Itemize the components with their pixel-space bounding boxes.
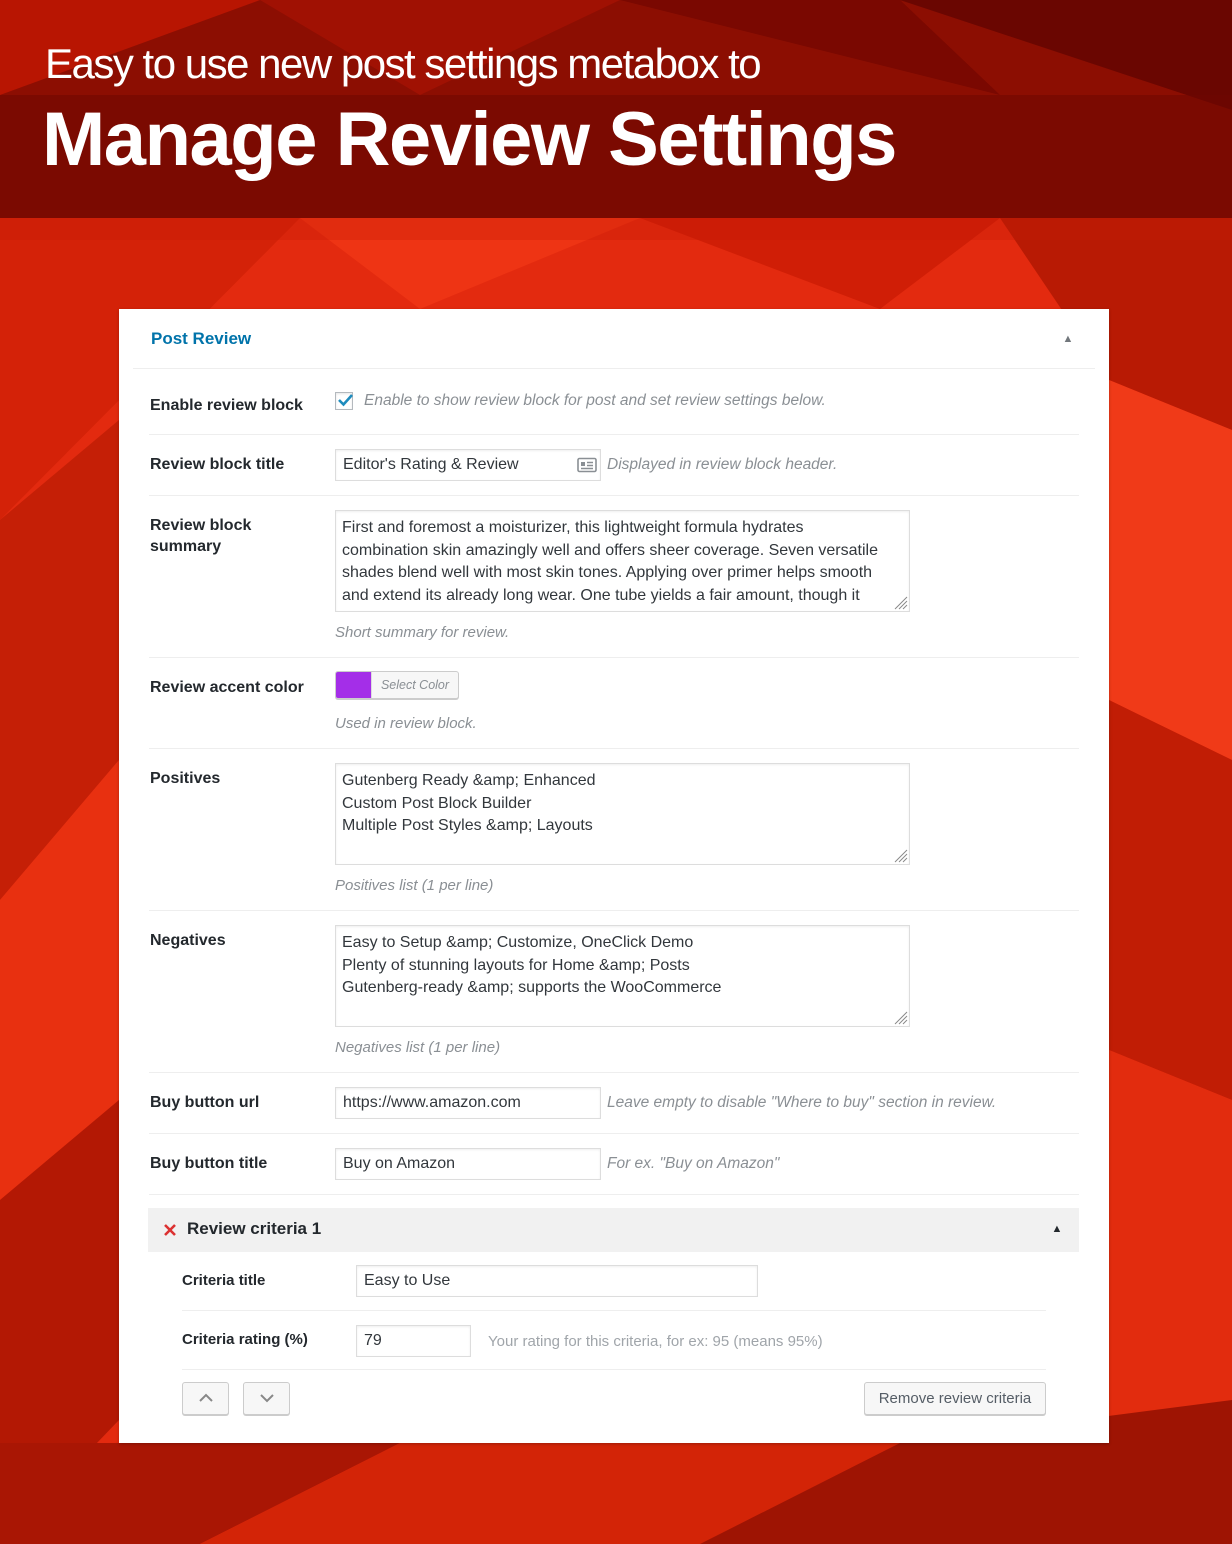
review-title-description: Displayed in review block header. <box>607 456 838 473</box>
criteria-rating-description: Your rating for this criteria, for ex: 9… <box>488 1333 823 1350</box>
row-divider <box>149 1194 1079 1195</box>
buy-title-description: For ex. "Buy on Amazon" <box>607 1155 780 1172</box>
chevron-up-icon <box>199 1393 213 1402</box>
move-down-button[interactable] <box>243 1382 290 1415</box>
buy-url-description: Leave empty to disable "Where to buy" se… <box>607 1094 997 1111</box>
buy-title-value: Buy on Amazon <box>343 1155 456 1172</box>
negatives-textarea[interactable]: Easy to Setup &amp; Customize, OneClick … <box>335 925 910 1027</box>
negative-line: Gutenberg-ready &amp; supports the WooCo… <box>342 979 722 997</box>
enable-review-checkbox[interactable] <box>335 392 353 410</box>
post-review-metabox: Post Review ▲ Enable review block Enable… <box>119 309 1109 1443</box>
summary-line: First and foremost a moisturizer, this l… <box>342 519 804 536</box>
chevron-down-icon <box>260 1394 274 1403</box>
criteria-title-input[interactable]: Easy to Use <box>356 1265 758 1297</box>
row-divider <box>149 1072 1079 1073</box>
positive-line: Gutenberg Ready &amp; Enhanced <box>342 772 596 789</box>
move-up-button[interactable] <box>182 1382 229 1415</box>
review-summary-label: Review block summary <box>150 517 252 555</box>
positives-textarea[interactable]: Gutenberg Ready &amp; Enhanced Custom Po… <box>335 763 910 865</box>
resize-grip-icon[interactable] <box>892 1009 908 1025</box>
row-divider <box>182 1369 1046 1370</box>
positives-label: Positives <box>150 770 221 787</box>
metabox-header[interactable]: Post Review ▲ <box>119 309 1109 369</box>
buy-url-input[interactable]: https://www.amazon.com <box>335 1087 601 1119</box>
criteria-title-label: Criteria title <box>182 1272 266 1289</box>
review-criteria-title: Review criteria 1 <box>187 1219 322 1238</box>
criteria-rating-value: 79 <box>364 1332 382 1349</box>
id-card-icon <box>577 457 597 473</box>
select-color-label: Select Color <box>371 672 458 698</box>
row-divider <box>182 1310 1046 1311</box>
summary-line: shades blend well with most skin tones. … <box>342 564 873 582</box>
banner-subtitle: Easy to use new post settings metabox to <box>45 40 762 87</box>
summary-line: combination skin amazingly well and offe… <box>342 541 878 559</box>
summary-line: and extend its already long wear. One tu… <box>342 587 860 605</box>
row-divider <box>149 748 1079 749</box>
criteria-title-value: Easy to Use <box>364 1272 451 1289</box>
criteria-rating-label: Criteria rating (%) <box>182 1331 308 1348</box>
resize-grip-icon[interactable] <box>892 847 908 863</box>
criteria-rating-input[interactable]: 79 <box>356 1325 471 1357</box>
review-title-value: Editor's Rating & Review <box>343 456 519 473</box>
banner-title: Manage Review Settings <box>42 97 897 182</box>
triangle-up-icon[interactable]: ▲ <box>1060 331 1076 347</box>
row-divider <box>149 657 1079 658</box>
row-divider <box>149 910 1079 911</box>
enable-review-label: Enable review block <box>150 397 303 414</box>
close-x-icon[interactable] <box>160 1220 180 1240</box>
accent-color-label: Review accent color <box>150 679 304 696</box>
negative-line: Plenty of stunning layouts for Home &amp… <box>342 956 690 974</box>
row-divider <box>149 434 1079 435</box>
accent-color-description: Used in review block. <box>335 715 477 732</box>
negative-line: Easy to Setup &amp; Customize, OneClick … <box>342 934 694 951</box>
review-summary-description: Short summary for review. <box>335 624 510 641</box>
negatives-description: Negatives list (1 per line) <box>335 1039 501 1056</box>
negatives-label: Negatives <box>150 932 226 949</box>
remove-criteria-button[interactable]: Remove review criteria <box>864 1382 1046 1415</box>
resize-grip-icon[interactable] <box>892 594 908 610</box>
checkmark-icon <box>338 394 353 407</box>
hero-banner: Easy to use new post settings metabox to… <box>0 0 1232 218</box>
review-criteria-header[interactable]: Review criteria 1 ▲ <box>148 1208 1079 1252</box>
buy-title-label: Buy button title <box>150 1155 268 1172</box>
positives-description: Positives list (1 per line) <box>335 877 494 894</box>
select-color-button[interactable]: Select Color <box>335 671 459 699</box>
remove-criteria-label: Remove review criteria <box>878 1390 1032 1407</box>
positive-line: Multiple Post Styles &amp; Layouts <box>342 817 593 835</box>
review-summary-textarea[interactable]: First and foremost a moisturizer, this l… <box>335 510 910 612</box>
row-divider <box>149 1133 1079 1134</box>
row-divider <box>149 495 1079 496</box>
buy-url-value: https://www.amazon.com <box>343 1094 521 1111</box>
color-swatch <box>336 672 371 698</box>
enable-review-description: Enable to show review block for post and… <box>364 392 826 409</box>
triangle-up-icon[interactable]: ▲ <box>1049 1221 1065 1237</box>
header-divider <box>133 368 1095 369</box>
metabox-title: Post Review <box>151 329 252 348</box>
buy-url-label: Buy button url <box>150 1094 260 1111</box>
review-title-input[interactable]: Editor's Rating & Review <box>335 449 601 481</box>
buy-title-input[interactable]: Buy on Amazon <box>335 1148 601 1180</box>
review-title-label: Review block title <box>150 456 285 473</box>
positive-line: Custom Post Block Builder <box>342 794 532 812</box>
